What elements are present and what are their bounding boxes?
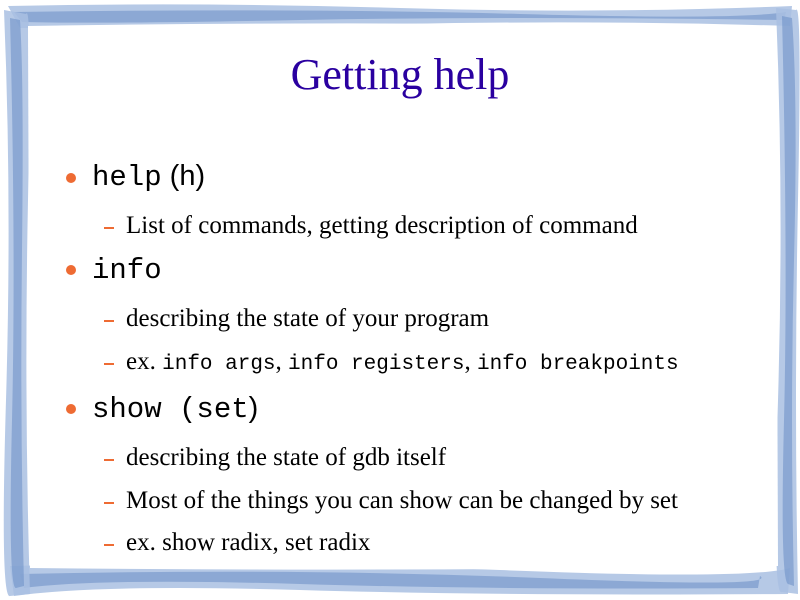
bullet-item-show: show (set) <box>92 390 258 428</box>
bullet-dot-icon <box>66 265 76 275</box>
command-help-alias: (h) <box>161 160 206 192</box>
sub-item-help-description: List of commands, getting description of… <box>126 212 638 239</box>
sub-item-show-description: describing the state of gdb itself <box>126 444 447 471</box>
example-info-args: info args <box>162 353 276 376</box>
example-prefix: ex. <box>126 348 163 375</box>
example-info-breakpoints: info breakpoints <box>476 353 679 376</box>
command-set-close: ) <box>248 392 259 424</box>
sub-bullet-dash-icon <box>104 459 114 461</box>
sub-bullet-dash-icon <box>104 502 114 504</box>
bullet-item-help: help (h) <box>92 158 205 196</box>
example-separator: , <box>275 348 289 375</box>
sub-bullet-dash-icon <box>104 320 114 322</box>
slide-content: help (h) List of commands, getting descr… <box>0 0 800 600</box>
command-help: help <box>92 161 162 194</box>
command-show: show <box>92 393 162 426</box>
bullet-dot-icon <box>66 404 76 414</box>
sub-bullet-dash-icon <box>104 544 114 546</box>
sub-item-info-description: describing the state of your program <box>126 305 490 332</box>
sub-item-show-examples: ex. show radix, set radix <box>126 529 371 556</box>
command-set: (set <box>161 393 249 426</box>
bullet-dot-icon <box>66 173 76 183</box>
command-info: info <box>92 254 162 287</box>
sub-bullet-dash-icon <box>104 227 114 229</box>
slide: Getting help help (h) List of commands, … <box>0 0 800 600</box>
bullet-item-info: info <box>92 251 162 289</box>
sub-item-info-examples: ex. info args, info registers, info brea… <box>126 347 679 380</box>
example-info-registers: info registers <box>288 353 465 376</box>
sub-item-show-changeable: Most of the things you can show can be c… <box>126 487 678 514</box>
sub-bullet-dash-icon <box>104 363 114 365</box>
example-separator: , <box>464 348 477 375</box>
